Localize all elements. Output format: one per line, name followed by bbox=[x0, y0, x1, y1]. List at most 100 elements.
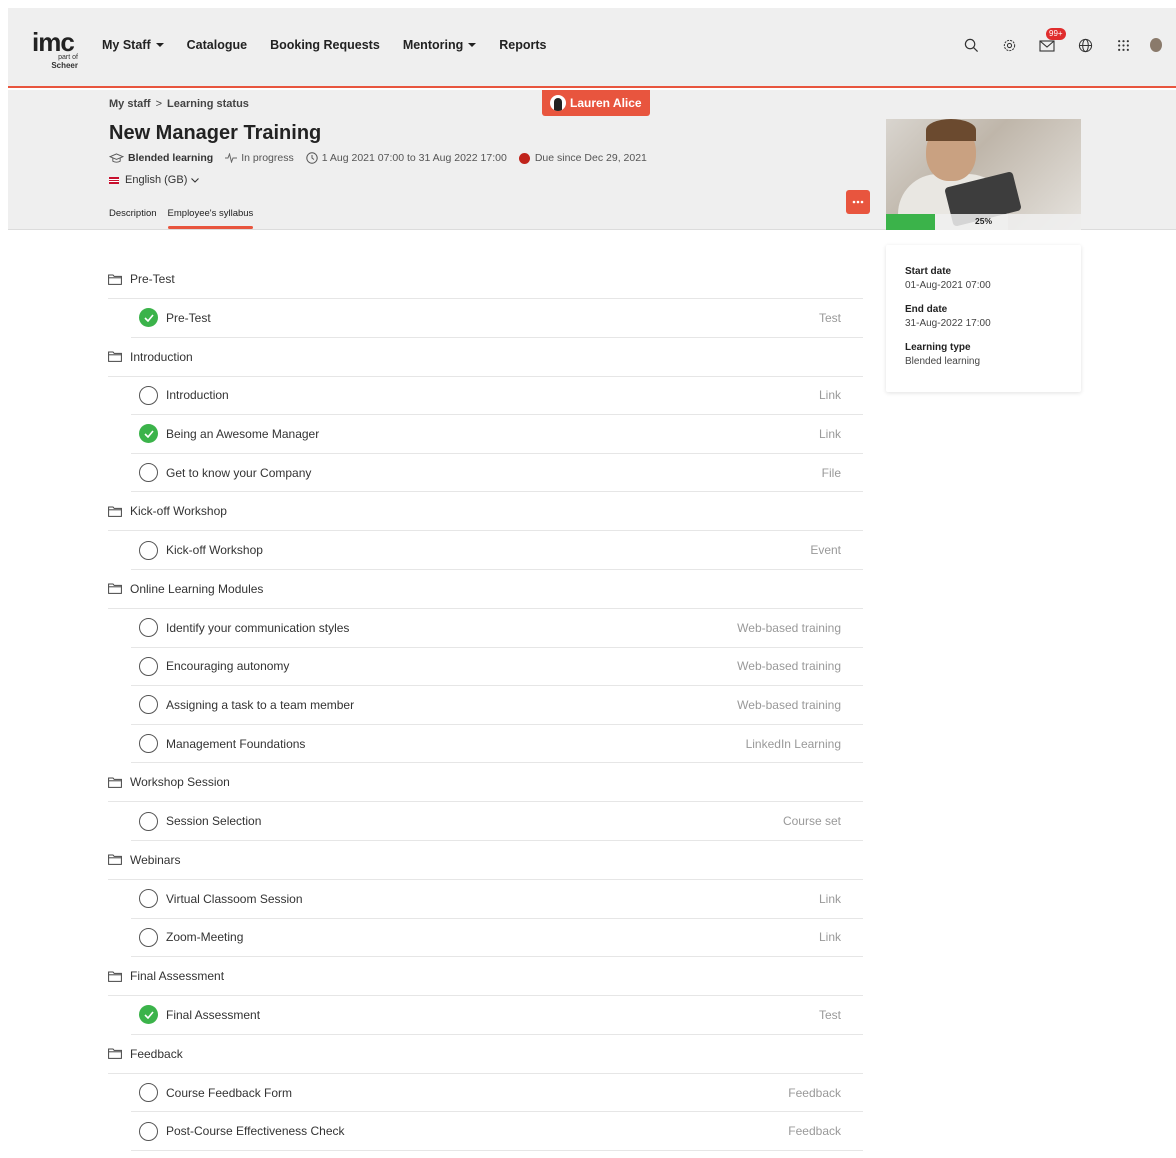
main-menu: My Staff Catalogue Booking Requests Ment… bbox=[102, 38, 569, 52]
completed-check-icon bbox=[139, 1005, 158, 1025]
syllabus-item[interactable]: Identify your communication styles Web-ba… bbox=[131, 609, 863, 648]
folder-icon bbox=[108, 583, 122, 595]
progress-label: 25% bbox=[974, 216, 992, 226]
chevron-down-icon bbox=[191, 177, 200, 183]
nav-mentoring[interactable]: Mentoring bbox=[403, 38, 477, 52]
logo-sub-brand: Scheer bbox=[51, 61, 78, 70]
syllabus-section: Final Assessment bbox=[108, 957, 863, 997]
syllabus-item[interactable]: Virtual Classoom Session Link bbox=[131, 880, 863, 919]
syllabus-section: Pre-Test bbox=[108, 260, 863, 299]
nav-my-staff[interactable]: My Staff bbox=[102, 38, 164, 52]
start-date-value: 01-Aug-2021 07:00 bbox=[905, 280, 991, 291]
syllabus-item[interactable]: Kick-off Workshop Event bbox=[131, 531, 863, 570]
item-type: Web-based training bbox=[737, 697, 841, 712]
item-title: Virtual Classoom Session bbox=[166, 891, 303, 906]
item-type: Link bbox=[818, 426, 841, 441]
gear-icon[interactable] bbox=[998, 34, 1020, 56]
section-title: Online Learning Modules bbox=[130, 581, 264, 596]
section-title: Feedback bbox=[130, 1046, 183, 1061]
tab-description[interactable]: Description bbox=[109, 208, 157, 229]
not-started-circle-icon bbox=[139, 811, 158, 831]
not-started-circle-icon bbox=[139, 695, 158, 715]
search-icon[interactable] bbox=[960, 34, 982, 56]
item-type: Link bbox=[818, 891, 841, 906]
syllabus-item[interactable]: Encouraging autonomy Web-based training bbox=[131, 648, 863, 687]
syllabus-item[interactable]: Management Foundations LinkedIn Learning bbox=[131, 725, 863, 764]
item-type: Test bbox=[818, 310, 841, 325]
item-title: Kick-off Workshop bbox=[166, 543, 263, 558]
item-title: Post-Course Effectiveness Check bbox=[166, 1124, 345, 1139]
syllabus-item[interactable]: Post-Course Effectiveness Check Feedback bbox=[131, 1112, 863, 1151]
syllabus-item[interactable]: Course Feedback Form Feedback bbox=[131, 1074, 863, 1113]
not-started-circle-icon bbox=[139, 463, 158, 483]
learning-type-label: Learning type bbox=[905, 342, 971, 353]
tab-employees-syllabus[interactable]: Employee's syllabus bbox=[167, 208, 253, 229]
breadcrumb-my-staff[interactable]: My staff bbox=[109, 98, 151, 110]
not-started-circle-icon bbox=[139, 1083, 158, 1103]
check-icon bbox=[143, 314, 154, 322]
nav-icon-bar: 99+ bbox=[944, 28, 1176, 56]
globe-icon[interactable] bbox=[1074, 34, 1096, 56]
syllabus-list: Pre-Test Pre-Test Test Introduction Introduc… bbox=[108, 260, 863, 1151]
syllabus-item[interactable]: Being an Awesome Manager Link bbox=[131, 415, 863, 454]
item-type: Web-based training bbox=[737, 620, 841, 635]
syllabus-section: Online Learning Modules bbox=[108, 570, 863, 609]
syllabus-item[interactable]: Session Selection Course set bbox=[131, 802, 863, 841]
item-title: Being an Awesome Manager bbox=[166, 426, 320, 441]
due-status-dot bbox=[518, 152, 530, 164]
language-selector[interactable]: English (GB) bbox=[109, 174, 200, 186]
dates-text: 1 Aug 2021 07:00 to 31 Aug 2022 17:00 bbox=[321, 152, 507, 164]
item-title: Assigning a task to a team member bbox=[166, 697, 355, 712]
breadcrumb: My staff > Learning status bbox=[109, 98, 249, 110]
syllabus-item[interactable]: Get to know your Company File bbox=[131, 454, 863, 493]
user-icon bbox=[550, 95, 566, 111]
breadcrumb-current: Learning status bbox=[167, 98, 249, 110]
item-type: Web-based training bbox=[737, 659, 841, 674]
course-thumbnail: 25% bbox=[886, 119, 1081, 230]
messages-icon[interactable]: 99+ bbox=[1036, 28, 1066, 56]
syllabus-item[interactable]: Zoom-Meeting Link bbox=[131, 919, 863, 958]
item-type: File bbox=[821, 465, 841, 480]
not-started-circle-icon bbox=[139, 889, 158, 909]
section-title: Webinars bbox=[130, 852, 181, 867]
item-type: LinkedIn Learning bbox=[745, 736, 841, 751]
tab-bar: Description Employee's syllabus bbox=[109, 208, 264, 229]
syllabus-item[interactable]: Final Assessment Test bbox=[131, 996, 863, 1035]
course-info-card: Start date 01-Aug-2021 07:00 End date 31… bbox=[886, 245, 1081, 392]
breadcrumb-separator: > bbox=[155, 98, 162, 110]
not-started-circle-icon bbox=[139, 656, 158, 676]
syllabus-item[interactable]: Pre-Test Test bbox=[131, 299, 863, 338]
folder-icon bbox=[108, 351, 122, 362]
imc-logo[interactable]: imc part of Scheer bbox=[32, 27, 78, 71]
syllabus-section: Workshop Session bbox=[108, 763, 863, 803]
check-icon bbox=[143, 1011, 154, 1019]
nav-label: Reports bbox=[499, 38, 547, 52]
user-avatar[interactable] bbox=[1150, 38, 1162, 52]
nav-label: Booking Requests bbox=[270, 38, 380, 52]
nav-reports[interactable]: Reports bbox=[499, 38, 546, 52]
item-type: Test bbox=[818, 1007, 841, 1022]
logo-text: imc bbox=[32, 27, 75, 57]
folder-icon bbox=[108, 777, 122, 788]
completed-check-icon bbox=[139, 308, 158, 328]
progress-bar: 25% bbox=[886, 214, 1081, 230]
syllabus-section: Webinars bbox=[108, 841, 863, 880]
chevron-down-icon bbox=[468, 43, 477, 47]
item-title: Pre-Test bbox=[166, 310, 211, 325]
item-title: Management Foundations bbox=[166, 736, 306, 751]
messages-badge: 99+ bbox=[1046, 28, 1066, 40]
apps-grid-icon[interactable] bbox=[1112, 34, 1134, 56]
nav-catalogue[interactable]: Catalogue bbox=[187, 38, 247, 52]
more-options-button[interactable] bbox=[846, 190, 870, 214]
syllabus-item[interactable]: Assigning a task to a team member Web-bas… bbox=[131, 686, 863, 725]
syllabus-item[interactable]: Introduction Link bbox=[131, 377, 863, 416]
impersonation-badge[interactable]: Lauren Alice bbox=[542, 90, 650, 116]
not-started-circle-icon bbox=[139, 1121, 158, 1141]
nav-label: My Staff bbox=[102, 38, 151, 52]
end-date-value: 31-Aug-2022 17:00 bbox=[905, 318, 991, 329]
item-title: Final Assessment bbox=[166, 1007, 261, 1022]
learning-type-value: Blended learning bbox=[905, 356, 981, 367]
nav-booking-requests[interactable]: Booking Requests bbox=[270, 38, 380, 52]
course-meta: Blended learning In progress 1 Aug 2021 … bbox=[109, 152, 659, 164]
thumbnail-shape bbox=[926, 119, 976, 141]
